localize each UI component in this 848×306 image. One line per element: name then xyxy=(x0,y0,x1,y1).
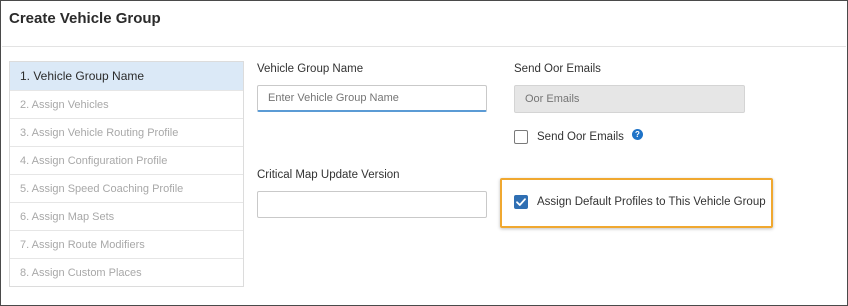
step-assign-configuration-profile[interactable]: 4. Assign Configuration Profile xyxy=(10,146,243,174)
step-assign-custom-places[interactable]: 8. Assign Custom Places xyxy=(10,258,243,286)
step-assign-vehicle-routing-profile[interactable]: 3. Assign Vehicle Routing Profile xyxy=(10,118,243,146)
send-oor-emails-label: Send Oor Emails xyxy=(514,63,601,75)
send-oor-emails-checkbox[interactable] xyxy=(514,130,528,144)
checkmark-icon xyxy=(516,198,526,206)
assign-default-profiles-option[interactable]: Assign Default Profiles to This Vehicle … xyxy=(514,195,766,209)
help-icon[interactable]: ? xyxy=(631,128,643,140)
step-assign-map-sets[interactable]: 6. Assign Map Sets xyxy=(10,202,243,230)
step-assign-route-modifiers[interactable]: 7. Assign Route Modifiers xyxy=(10,230,243,258)
send-oor-emails-option[interactable]: Send Oor Emails ? xyxy=(514,128,643,144)
assign-default-profiles-label: Assign Default Profiles to This Vehicle … xyxy=(537,196,766,208)
critical-map-update-label: Critical Map Update Version xyxy=(257,169,400,181)
steps-list: 1. Vehicle Group Name 2. Assign Vehicles… xyxy=(9,61,244,287)
critical-map-update-input[interactable] xyxy=(257,191,487,218)
vehicle-group-name-label: Vehicle Group Name xyxy=(257,63,364,75)
vehicle-group-name-input[interactable] xyxy=(257,85,487,112)
title-divider xyxy=(2,46,846,47)
step-assign-vehicles[interactable]: 2. Assign Vehicles xyxy=(10,90,243,118)
assign-default-profiles-checkbox[interactable] xyxy=(514,195,528,209)
step-assign-speed-coaching-profile[interactable]: 5. Assign Speed Coaching Profile xyxy=(10,174,243,202)
send-oor-emails-checkbox-label: Send Oor Emails xyxy=(537,131,624,143)
dialog: Create Vehicle Group 1. Vehicle Group Na… xyxy=(0,0,848,306)
dialog-title: Create Vehicle Group xyxy=(9,10,161,27)
oor-emails-input[interactable] xyxy=(514,85,745,113)
step-vehicle-group-name[interactable]: 1. Vehicle Group Name xyxy=(10,62,243,90)
